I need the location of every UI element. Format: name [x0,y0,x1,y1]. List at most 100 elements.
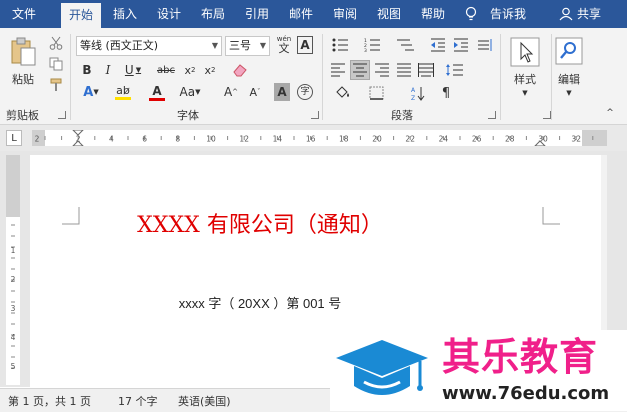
justify-button[interactable] [394,60,414,80]
language-status[interactable]: 英语(美国) [178,393,231,409]
tab-help[interactable]: 帮助 [414,0,452,28]
bullets-button[interactable] [328,36,356,54]
bullet-list-icon [332,38,348,52]
chinese-layout-icon [478,39,492,51]
tab-design[interactable]: 设计 [150,0,188,28]
numbering-button[interactable]: 1 2 3 [360,36,388,54]
highlight-color-button[interactable]: ab̷ [108,83,138,101]
font-size-dropdown[interactable]: 三号 ▼ [225,36,270,56]
styles-button[interactable]: 样式 ▼ [507,36,543,98]
tab-home[interactable]: 开始 [61,3,101,28]
ribbon-home: 粘贴 剪贴板 等线 (西文正文) ▼ 三号 ▼ wén 文 A B I U ▼ … [0,28,627,125]
ruler-number: 4 [109,135,114,144]
distributed-button[interactable] [416,60,436,80]
increase-indent-button[interactable] [451,36,471,54]
indent-marker[interactable] [72,140,84,146]
cut-button[interactable] [46,34,66,52]
phonetic-guide-button[interactable]: wén 文 [274,34,294,56]
shrink-font-button[interactable]: Aˇ [246,83,264,101]
chinese-layout-button[interactable] [474,36,496,54]
paste-button[interactable]: 粘贴 [6,34,40,90]
font-name-dropdown[interactable]: 等线 (西文正文) ▼ [76,36,222,56]
superscript-button[interactable]: x2 [201,61,219,79]
scissors-icon [49,36,63,50]
ruler-number: 20 [372,135,382,144]
format-painter-button[interactable] [46,76,66,94]
highlight-color-bar [115,97,131,100]
bold-button[interactable]: B [79,61,95,79]
clipboard-launcher-icon[interactable] [58,111,66,119]
enclose-characters-button[interactable]: 字 [296,83,314,101]
numbered-list-icon: 1 2 3 [364,38,380,52]
share-button[interactable]: 共享 [556,0,616,28]
multilevel-list-button[interactable] [392,36,420,54]
underline-button[interactable]: U ▼ [121,61,145,79]
font-launcher-icon[interactable] [311,111,319,119]
word-count-status[interactable]: 17 个字 [118,393,158,409]
tab-review[interactable]: 审阅 [326,0,364,28]
character-shading-button[interactable]: A [274,83,290,101]
ruler-number: 1 [11,246,16,255]
indent-marker[interactable] [72,130,84,136]
styles-gallery-icon [510,37,540,67]
text-effects-button[interactable]: A ▼ [79,83,103,101]
align-right-button[interactable] [372,60,392,80]
styles-launcher-icon[interactable] [543,111,551,119]
chevron-down-icon: ▼ [566,89,572,97]
tab-mailings[interactable]: 邮件 [282,0,320,28]
show-marks-button[interactable]: ¶ [436,83,456,103]
tab-view[interactable]: 视图 [370,0,408,28]
ruler-number: 6 [142,135,147,144]
shading-button[interactable] [328,83,358,103]
tab-references[interactable]: 引用 [238,0,276,28]
tab-insert[interactable]: 插入 [106,0,144,28]
tab-file[interactable]: 文件 [4,0,44,28]
collapse-ribbon-button[interactable]: ^ [602,106,618,120]
sort-icon: AZ [411,87,425,101]
paintbrush-icon [50,78,62,91]
line-spacing-button[interactable] [440,60,470,80]
align-center-button[interactable] [350,60,370,80]
vertical-ruler[interactable]: 123456 [6,155,20,385]
person-icon [559,7,573,21]
copy-button[interactable] [46,55,66,73]
font-color-icon: A [152,83,162,98]
document-title[interactable]: XXXX 有限公司（通知） [30,207,490,239]
distributed-icon [418,63,434,77]
font-color-bar [149,97,165,101]
sort-button[interactable]: AZ [408,83,428,103]
ruler-number: 10 [206,135,216,144]
grow-font-button[interactable]: A ^ [222,83,240,101]
italic-button[interactable]: I [100,61,116,79]
group-divider [500,34,501,120]
strikethrough-button[interactable]: abc [155,61,177,79]
editing-button[interactable]: 编辑 ▼ [551,36,587,98]
subscript-button[interactable]: x2 [181,61,199,79]
ruler-area: L 2 2 4 6 8 10 12 14 16 18 20 22 24 26 28 30 32 [0,125,627,151]
enclosed-character-icon: 字 [297,84,313,100]
search-icon [555,37,583,65]
eraser-icon [233,64,247,77]
page-count-status[interactable]: 第 1 页，共 1 页 [8,393,91,409]
watermark-logo: 其乐教育 www.76edu.com [330,330,627,411]
font-group-label: 字体 [177,109,199,122]
font-color-button[interactable]: A [142,83,172,101]
paint-bucket-icon [336,86,349,98]
clear-formatting-button[interactable] [230,61,250,79]
change-case-button[interactable]: Aa ▼ [177,83,203,101]
tab-selector-button[interactable]: L [6,130,22,146]
svg-text:Z: Z [411,95,415,101]
decrease-indent-button[interactable] [428,36,448,54]
document-number-line[interactable]: xxxx 字（ 20XX ）第 001 号 [30,293,490,312]
ruler-number: 24 [439,135,449,144]
ruler-number: 2 [35,135,40,144]
tell-me-button[interactable]: 告诉我 [460,0,550,28]
paragraph-launcher-icon[interactable] [488,111,496,119]
horizontal-ruler[interactable]: 2 2 4 6 8 10 12 14 16 18 20 22 24 26 28 30 32 [32,130,607,146]
borders-button[interactable] [362,83,392,103]
character-border-button[interactable]: A [297,36,313,54]
tab-layout[interactable]: 布局 [194,0,232,28]
share-label: 共享 [577,7,602,21]
ribbon-tab-bar: 文件 开始 插入 设计 布局 引用 邮件 审阅 视图 帮助 告诉我 共享 [0,0,627,28]
align-left-button[interactable] [328,60,348,80]
